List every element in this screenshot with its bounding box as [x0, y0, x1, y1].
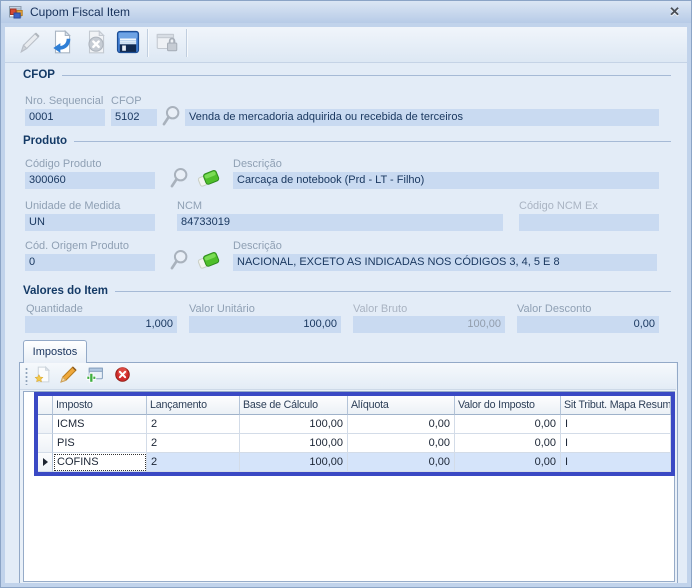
grid-corner-cell[interactable] — [38, 396, 53, 415]
toolbar-grip[interactable] — [25, 367, 28, 385]
current-row-arrow-icon — [43, 458, 48, 466]
quantidade-label: Quantidade — [26, 303, 83, 315]
nro-sequencial-label: Nro. Sequencial — [25, 95, 103, 107]
ncm-ex-label: Código NCM Ex — [519, 200, 598, 212]
group-cfop-title: CFOP — [23, 69, 55, 81]
undo-button[interactable] — [47, 28, 77, 58]
grid-cell-base[interactable]: 100,00 — [240, 434, 348, 453]
grid-cell-lancamento[interactable]: 2 — [147, 415, 240, 434]
group-produto: Produto — [23, 135, 671, 147]
cod-origem-field[interactable]: 0 — [25, 254, 155, 271]
grid-cell-sit[interactable]: I — [561, 453, 671, 472]
grid-cell-valor[interactable]: 0,00 — [455, 415, 561, 434]
produto-eraser-icon[interactable] — [195, 165, 221, 192]
group-produto-title: Produto — [23, 135, 67, 147]
cfop-label: CFOP — [111, 95, 142, 107]
column-header-sit-tribut[interactable]: Sit Tribut. Mapa Resumo — [561, 396, 671, 415]
valor-desconto-field[interactable]: 0,00 — [517, 316, 659, 333]
grid-cell-aliquota[interactable]: 0,00 — [348, 434, 455, 453]
cancel-circle-icon — [83, 29, 109, 58]
codigo-produto-label: Código Produto — [25, 158, 101, 170]
app-icon — [8, 4, 24, 20]
grid-cell-sit[interactable]: I — [561, 415, 671, 434]
delete-record-button[interactable] — [112, 366, 132, 386]
origem-eraser-icon[interactable] — [195, 247, 221, 274]
grid-cell-lancamento[interactable]: 2 — [147, 453, 240, 472]
new-record-button[interactable] — [32, 366, 52, 386]
group-valores: Valores do Item — [23, 285, 671, 297]
grid-cell-base[interactable]: 100,00 — [240, 415, 348, 434]
group-valores-title: Valores do Item — [23, 285, 108, 297]
edit-button[interactable] — [15, 28, 45, 58]
valor-desconto-label: Valor Desconto — [517, 303, 591, 315]
produto-search-icon[interactable] — [169, 167, 189, 192]
quantidade-field[interactable]: 1,000 — [25, 316, 177, 333]
toolbar-separator — [186, 29, 187, 57]
main-toolbar — [5, 24, 687, 63]
group-cfop: CFOP — [23, 69, 671, 81]
grid-cell-aliquota[interactable]: 0,00 — [348, 415, 455, 434]
undo-arrow-icon — [49, 29, 75, 58]
edit-record-button[interactable] — [58, 366, 78, 386]
current-row-header[interactable] — [38, 453, 53, 472]
origem-search-icon[interactable] — [169, 249, 189, 274]
grid-cell-imposto[interactable]: PIS — [53, 434, 147, 453]
save-button[interactable] — [113, 28, 143, 58]
floppy-disk-icon — [114, 28, 142, 59]
produto-descricao-label: Descrição — [233, 158, 282, 170]
pencil-icon — [17, 29, 43, 58]
impostos-grid-table: Imposto Lançamento Base de Cálculo Alíqu… — [38, 396, 671, 472]
unidade-medida-field[interactable]: UN — [25, 214, 155, 231]
column-header-imposto[interactable]: Imposto — [53, 396, 147, 415]
ncm-ex-field[interactable] — [519, 214, 659, 231]
lock-icon — [154, 29, 180, 58]
nro-sequencial-field[interactable]: 0001 — [25, 109, 105, 126]
grid-cell-aliquota[interactable]: 0,00 — [348, 453, 455, 472]
cfop-descricao-field[interactable]: Venda de mercadoria adquirida ou recebid… — [185, 109, 659, 126]
cfop-search-icon[interactable] — [161, 105, 181, 130]
column-header-lancamento[interactable]: Lançamento — [147, 396, 240, 415]
column-header-base-de-calculo[interactable]: Base de Cálculo — [240, 396, 348, 415]
grid-cell-valor[interactable]: 0,00 — [455, 453, 561, 472]
lock-button[interactable] — [152, 28, 182, 58]
ncm-label: NCM — [177, 200, 202, 212]
toolbar-separator — [147, 29, 148, 57]
row-header[interactable] — [38, 434, 53, 453]
cfop-field[interactable]: 5102 — [111, 109, 157, 126]
row-header[interactable] — [38, 415, 53, 434]
valor-unitario-label: Valor Unitário — [189, 303, 255, 315]
window-plus-icon — [85, 365, 104, 387]
produto-descricao-field[interactable]: Carcaça de notebook (Prd - LT - Filho) — [233, 172, 659, 189]
ncm-field[interactable]: 84733019 — [177, 214, 503, 231]
close-button[interactable]: ✕ — [669, 4, 680, 20]
grid-cell-base[interactable]: 100,00 — [240, 453, 348, 472]
grid-cell-lancamento[interactable]: 2 — [147, 434, 240, 453]
grid-cell-imposto-focused[interactable]: COFINS — [53, 453, 147, 472]
cod-origem-label: Cód. Origem Produto — [25, 240, 129, 252]
window: Cupom Fiscal Item ✕ — [0, 0, 692, 588]
new-document-star-icon — [33, 365, 52, 387]
impostos-toolbar — [20, 363, 676, 390]
add-record-button[interactable] — [84, 366, 104, 386]
column-header-aliquota[interactable]: Alíquota — [348, 396, 455, 415]
column-header-valor-do-imposto[interactable]: Valor do Imposto — [455, 396, 561, 415]
window-title: Cupom Fiscal Item — [30, 5, 130, 19]
origem-descricao-label: Descrição — [233, 240, 282, 252]
grid-cell-imposto[interactable]: ICMS — [53, 415, 147, 434]
cancel-button[interactable] — [81, 28, 111, 58]
grid-cell-valor[interactable]: 0,00 — [455, 434, 561, 453]
tab-impostos[interactable]: Impostos — [23, 340, 87, 363]
red-x-circle-icon — [114, 366, 131, 386]
valor-unitario-field[interactable]: 100,00 — [189, 316, 341, 333]
codigo-produto-field[interactable]: 300060 — [25, 172, 155, 189]
grid-cell-sit[interactable]: I — [561, 434, 671, 453]
title-bar: Cupom Fiscal Item ✕ — [1, 1, 691, 24]
orange-pencil-icon — [59, 365, 78, 387]
unidade-medida-label: Unidade de Medida — [25, 200, 120, 212]
valor-bruto-field: 100,00 — [353, 316, 505, 333]
origem-descricao-field[interactable]: NACIONAL, EXCETO AS INDICADAS NOS CÓDIGO… — [233, 254, 657, 271]
impostos-grid-selection-border: Imposto Lançamento Base de Cálculo Alíqu… — [34, 392, 675, 476]
valor-bruto-label: Valor Bruto — [353, 303, 407, 315]
